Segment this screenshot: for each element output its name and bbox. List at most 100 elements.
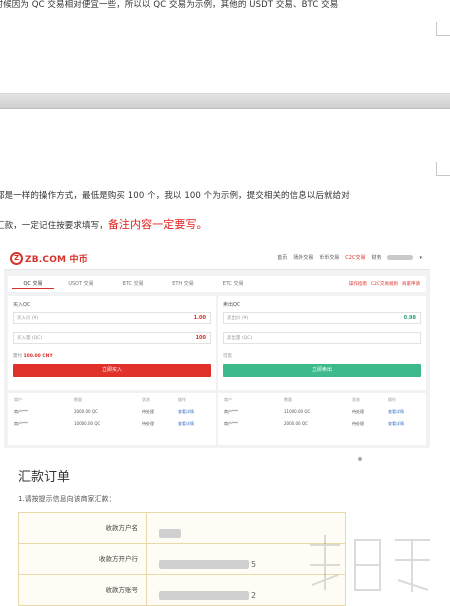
orders-header: 商户 数量 状态 操作 — [218, 397, 426, 405]
sell-now-button[interactable]: 立即卖出 — [223, 364, 421, 377]
payee-bank-value: 5 — [159, 554, 256, 569]
order-detail-link[interactable]: 查看详情 — [388, 421, 404, 427]
order-status: 待处理 — [142, 421, 154, 426]
buy-amount-value: 100 — [195, 335, 206, 341]
decoration-dot — [358, 457, 362, 461]
orders-header: 商户 数量 状态 操作 — [8, 397, 216, 405]
top-nav-bar: Z ZB.COM 中币 首页 场外交易 币币交易 C2C交易 财务 ▾ — [4, 246, 430, 270]
payee-name-value — [159, 523, 181, 538]
sell-panel: 卖出QC 卖出价 (¥) 0.98 卖出量 (QC) 可卖 立即卖出 — [218, 296, 426, 390]
doc-paragraph-line-1: 的时候因为 QC 交易相对便宜一些，所以以 QC 交易为示例，其他的 USDT … — [0, 0, 339, 10]
buy-price-field[interactable]: 买入价 (¥) 1.00 — [13, 312, 211, 324]
buy-amount-field[interactable]: 买入量 (QC) 100 — [13, 332, 211, 344]
payee-account-value: 2 — [159, 585, 256, 600]
chevron-down-icon[interactable]: ▾ — [419, 255, 422, 261]
help-link-merchant[interactable]: 商家申请 — [402, 281, 420, 287]
sell-amount-label: 卖出量 (QC) — [227, 336, 253, 341]
buy-panel: 买入QC 买入价 (¥) 1.00 买入量 (QC) 100 需付 100.00… — [8, 296, 216, 390]
nav-item-spot[interactable]: 币币交易 — [319, 254, 339, 261]
tab-usdt[interactable]: USDT 交易 — [60, 279, 102, 289]
buy-total-label: 需付 — [13, 354, 22, 359]
order-merchant: 商户*** — [224, 421, 238, 426]
order-status: 待处理 — [142, 409, 154, 414]
sell-price-field[interactable]: 卖出价 (¥) 0.98 — [223, 312, 421, 324]
main-nav: 首页 场外交易 币币交易 C2C交易 财务 ▾ — [277, 254, 422, 262]
logo[interactable]: Z ZB.COM 中币 — [10, 252, 88, 265]
tab-eth[interactable]: ETH 交易 — [162, 279, 204, 289]
sell-panel-title: 卖出QC — [223, 302, 241, 308]
nav-item-finance[interactable]: 财务 — [371, 254, 381, 261]
logo-text: ZB.COM 中币 — [25, 255, 88, 265]
header-qty: 数量 — [284, 397, 292, 402]
payee-name-label: 收款方户名 — [19, 513, 147, 543]
order-status: 待处理 — [352, 409, 364, 414]
help-link-rules[interactable]: C2C交易规则 — [371, 281, 398, 287]
buy-price-label: 买入价 (¥) — [17, 316, 39, 321]
buy-orders-list: 商户 数量 状态 操作 商户*** 2000.00 QC 待处理 查看详情 商户… — [8, 393, 216, 445]
nav-item-c2c[interactable]: C2C交易 — [345, 254, 365, 261]
page-corner-mark — [436, 22, 450, 36]
exchange-screenshot: Z ZB.COM 中币 首页 场外交易 币币交易 C2C交易 财务 ▾ QC 交… — [4, 246, 430, 448]
buy-amount-label: 买入量 (QC) — [17, 336, 43, 341]
order-qty: 2000.00 QC — [74, 409, 98, 414]
tab-qc[interactable]: QC 交易 — [12, 279, 54, 289]
market-tabs: QC 交易 USDT 交易 BTC 交易 ETH 交易 ETC 交易 操作指南 … — [8, 276, 426, 292]
table-row: 商户*** 2000.00 QC 待处理 查看详情 — [218, 421, 426, 430]
remit-order-subtitle: 1.请按提示信息向该商家汇款： — [18, 495, 116, 503]
payee-account-tail: 2 — [251, 591, 257, 600]
header-status: 状态 — [352, 397, 360, 402]
order-detail-link[interactable]: 查看详情 — [178, 409, 194, 415]
remit-order-title: 汇款订单 — [18, 470, 71, 485]
header-merchant: 商户 — [14, 397, 22, 402]
order-detail-link[interactable]: 查看详情 — [178, 421, 194, 427]
payee-bank-label: 收款方开户行 — [19, 544, 147, 574]
table-row: 商户*** 10000.00 QC 待处理 查看详情 — [8, 421, 216, 430]
sell-available-label: 可卖 — [223, 354, 232, 359]
buy-panel-title: 买入QC — [13, 302, 31, 308]
help-links: 操作指南 C2C交易规则 商家申请 — [349, 281, 420, 287]
tab-etc[interactable]: ETC 交易 — [212, 279, 254, 289]
help-link-guide[interactable]: 操作指南 — [349, 281, 367, 287]
order-qty: 2000.00 QC — [284, 421, 308, 426]
header-action: 操作 — [388, 397, 396, 402]
order-merchant: 商户*** — [14, 409, 28, 414]
watermark-logo — [310, 535, 430, 592]
payee-account-label: 收款方账号 — [19, 575, 147, 605]
table-row: 收款方户名 — [19, 513, 345, 544]
payee-bank-tail: 5 — [251, 560, 257, 569]
table-row: 商户*** 2000.00 QC 待处理 查看详情 — [8, 409, 216, 418]
table-row: 收款方开户行 5 — [19, 544, 345, 575]
sell-price-label: 卖出价 (¥) — [227, 316, 249, 321]
remit-info-table: 收款方户名 收款方开户行 5 收款方账号 2 — [18, 512, 346, 606]
user-account-blurred[interactable] — [387, 255, 414, 260]
table-row: 商户*** 11000.00 QC 待处理 查看详情 — [218, 409, 426, 418]
table-row: 收款方账号 2 — [19, 575, 345, 605]
header-action: 操作 — [178, 397, 186, 402]
buy-now-button[interactable]: 立即买入 — [13, 364, 211, 377]
buy-price-value: 1.00 — [193, 315, 206, 321]
nav-item-otc[interactable]: 场外交易 — [293, 254, 313, 261]
sell-amount-field[interactable]: 卖出量 (QC) — [223, 332, 421, 344]
sell-price-value: 0.98 — [403, 315, 416, 321]
order-status: 待处理 — [352, 421, 364, 426]
blurred-value — [159, 591, 249, 600]
logo-icon: Z — [10, 252, 23, 265]
sell-orders-list: 商户 数量 状态 操作 商户*** 11000.00 QC 待处理 查看详情 商… — [218, 393, 426, 445]
tab-btc[interactable]: BTC 交易 — [112, 279, 154, 289]
order-merchant: 商户*** — [14, 421, 28, 426]
buy-total-value: 100.00 CNY — [23, 354, 53, 359]
header-qty: 数量 — [74, 397, 82, 402]
blurred-value — [159, 560, 249, 569]
nav-item-home[interactable]: 首页 — [277, 254, 287, 261]
doc-highlight-text: 备注内容一定要写。 — [107, 218, 208, 231]
order-detail-link[interactable]: 查看详情 — [388, 409, 404, 415]
doc-paragraph-line-3: 汇款，一定记住按要求填写，备注内容一定要写。 — [0, 216, 208, 232]
doc-paragraph-line-2: 都是一样的操作方式，最低是购买 100 个，我以 100 个为示例，提交相关的信… — [0, 191, 350, 201]
header-status: 状态 — [142, 397, 150, 402]
page-separator — [0, 93, 450, 109]
buy-total: 需付 100.00 CNY — [13, 353, 53, 359]
blurred-value — [159, 529, 181, 538]
order-merchant: 商户*** — [224, 409, 238, 414]
doc-text: 汇款，一定记住按要求填写， — [0, 221, 108, 231]
order-qty: 10000.00 QC — [74, 421, 101, 426]
